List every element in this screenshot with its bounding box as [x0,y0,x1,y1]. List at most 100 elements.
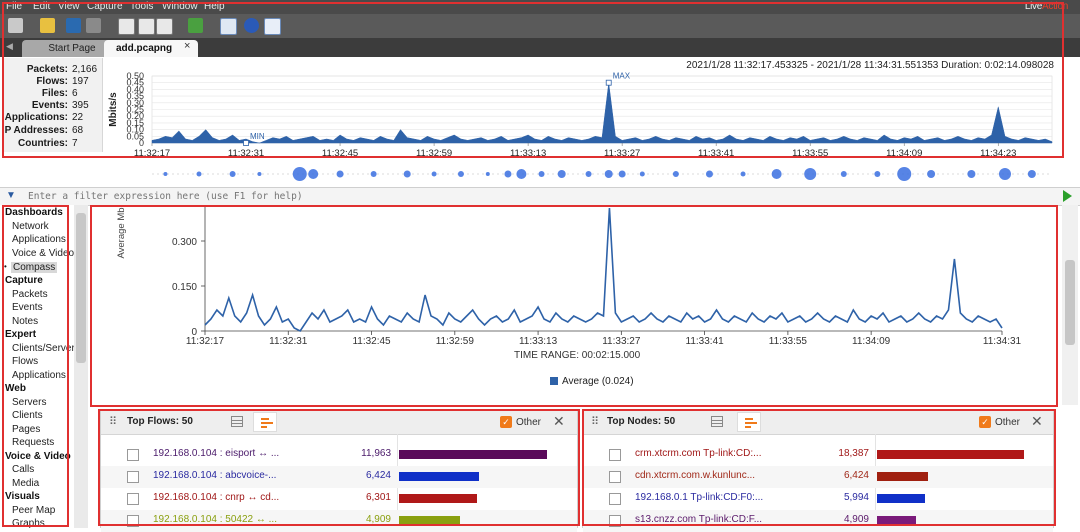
summary-value: 2,166 [72,64,98,75]
print-icon[interactable] [86,18,101,33]
other-checkbox[interactable]: ✓ [979,416,991,428]
row-name[interactable]: 192.168.0.104 : 50422 ↔ ... [153,514,277,525]
sidebar-section-voice-video[interactable]: Voice & Video [5,451,71,462]
row-checkbox[interactable] [127,515,139,527]
sidebar-scrollbar[interactable] [74,205,88,528]
sidebar-section-expert[interactable]: Expert [5,329,36,340]
table-row[interactable]: crm.xtcrm.com Tp-link:CD:... 18,387 [583,444,1053,466]
table-row[interactable]: cdn.xtcrm.com.w.kunlunc... 6,424 [583,466,1053,488]
sidebar-item-calls[interactable]: Calls [12,464,34,475]
event-dot [538,171,545,177]
sidebar-item-flows[interactable]: Flows [12,356,38,367]
overview-xtick-label: 11:32:45 [322,148,358,159]
document-icon[interactable] [118,18,135,35]
row-name[interactable]: 192.168.0.1 Tp-link:CD:F0:... [635,492,763,503]
top-flows-header: ⠿ Top Flows: 50 ✓ Other ✕ [101,410,577,435]
sidebar-item-applications[interactable]: Applications [12,234,66,245]
sidebar-item-servers[interactable]: Servers [12,397,46,408]
filter-icon[interactable]: ▼ [6,190,16,201]
row-bar [877,494,925,503]
sidebar-item-compass[interactable]: Compass [11,262,58,273]
tab-scroll-left-icon[interactable]: ◀ [6,41,13,52]
events-timeline[interactable] [100,164,1060,184]
menu-edit[interactable]: Edit [33,1,50,12]
table-view-icon[interactable] [231,416,243,427]
sidebar-scroll-thumb[interactable] [76,213,86,363]
bar-view-icon[interactable] [737,412,761,432]
sidebar-section-capture[interactable]: Capture [5,275,43,286]
tab-close-icon[interactable]: × [184,40,190,52]
sidebar-item-events[interactable]: Events [12,302,43,313]
table-row[interactable]: s13.cnzz.com Tp-link:CD:F... 4,909 [583,510,1053,532]
row-checkbox[interactable] [127,471,139,483]
row-value: 5,994 [843,492,869,503]
filter-doc-icon[interactable] [138,18,155,35]
sidebar-item-clients[interactable]: Clients [12,410,43,421]
table-row[interactable]: 192.168.0.104 : 50422 ↔ ... 4,909 [101,510,577,532]
refresh-icon[interactable] [220,18,237,35]
event-dot [604,170,613,178]
menu-file[interactable]: File [6,1,22,12]
main-average-chart[interactable]: 00.1500.300Average Mb11:32:17 11:32:31 11:… [92,205,1058,405]
filter-input[interactable] [28,189,1048,203]
event-dot [771,169,782,179]
drag-handle-icon[interactable]: ⠿ [591,415,599,428]
save-icon[interactable] [66,18,81,33]
menu-tools[interactable]: Tools [130,1,153,12]
table-view-icon[interactable] [711,416,723,427]
help-icon[interactable] [244,18,259,33]
capture-icon[interactable] [188,18,203,33]
table-row[interactable]: 192.168.0.104 : abcvoice-... 6,424 [101,466,577,488]
sidebar-section-visuals[interactable]: Visuals [5,491,40,502]
other-checkbox[interactable]: ✓ [500,416,512,428]
sidebar-item-voice-video[interactable]: Voice & Video [12,248,74,259]
sidebar-item-peer-map[interactable]: Peer Map [12,505,55,516]
open-dropdown-icon[interactable] [8,18,23,33]
sidebar-item-graphs[interactable]: Graphs [12,518,45,529]
sidebar-item-network[interactable]: Network [12,221,49,232]
main-scroll-thumb[interactable] [1065,260,1075,345]
about-icon[interactable] [264,18,281,35]
row-name[interactable]: crm.xtcrm.com Tp-link:CD:... [635,448,761,459]
main-scrollbar[interactable] [1062,205,1078,405]
menu-view[interactable]: View [58,1,80,12]
row-name[interactable]: s13.cnzz.com Tp-link:CD:F... [635,514,762,525]
table-row[interactable]: 192.168.0.104 : eisport ↔ ... 11,963 [101,444,577,466]
close-panel-icon[interactable]: ✕ [1031,413,1043,430]
overview-chart[interactable]: 00.050.100.150.200.250.300.350.400.450.5… [100,70,1060,164]
close-panel-icon[interactable]: ✕ [553,413,565,430]
sidebar-item-requests[interactable]: Requests [12,437,54,448]
event-dot [504,170,512,178]
export-icon[interactable] [156,18,173,35]
apply-filter-icon[interactable] [1063,190,1072,202]
menu-window[interactable]: Window [162,1,198,12]
main-chart-legend[interactable]: Average (0.024) [550,376,634,387]
sidebar-item-packets[interactable]: Packets [12,289,48,300]
bar-view-icon[interactable] [253,412,277,432]
drag-handle-icon[interactable]: ⠿ [109,415,117,428]
overview-xtick-label: 11:34:23 [980,148,1016,159]
row-name[interactable]: 192.168.0.104 : abcvoice-... [153,470,276,481]
row-checkbox[interactable] [609,493,621,505]
menu-capture[interactable]: Capture [87,1,123,12]
row-checkbox[interactable] [127,493,139,505]
sidebar-item-notes[interactable]: Notes [12,316,38,327]
row-name[interactable]: 192.168.0.104 : eisport ↔ ... [153,448,279,459]
row-name[interactable]: cdn.xtcrm.com.w.kunlunc... [635,470,755,481]
sidebar-item-clients-servers[interactable]: Clients/Servers [12,343,80,354]
row-checkbox[interactable] [609,515,621,527]
sidebar-item-pages[interactable]: Pages [12,424,40,435]
open-folder-icon[interactable] [40,18,55,33]
table-row[interactable]: 192.168.0.1 Tp-link:CD:F0:... 5,994 [583,488,1053,510]
menu-help[interactable]: Help [204,1,225,12]
sidebar-section-dashboards[interactable]: Dashboards [5,207,63,218]
table-row[interactable]: 192.168.0.104 : cnrp ↔ cd... 6,301 [101,488,577,510]
main-xtick-label: 11:32:45 [352,336,391,347]
row-name[interactable]: 192.168.0.104 : cnrp ↔ cd... [153,492,279,503]
sidebar-item-media[interactable]: Media [12,478,39,489]
sidebar-section-web[interactable]: Web [5,383,26,394]
row-checkbox[interactable] [127,449,139,461]
row-checkbox[interactable] [609,449,621,461]
row-checkbox[interactable] [609,471,621,483]
sidebar-item-expert-applications[interactable]: Applications [12,370,66,381]
